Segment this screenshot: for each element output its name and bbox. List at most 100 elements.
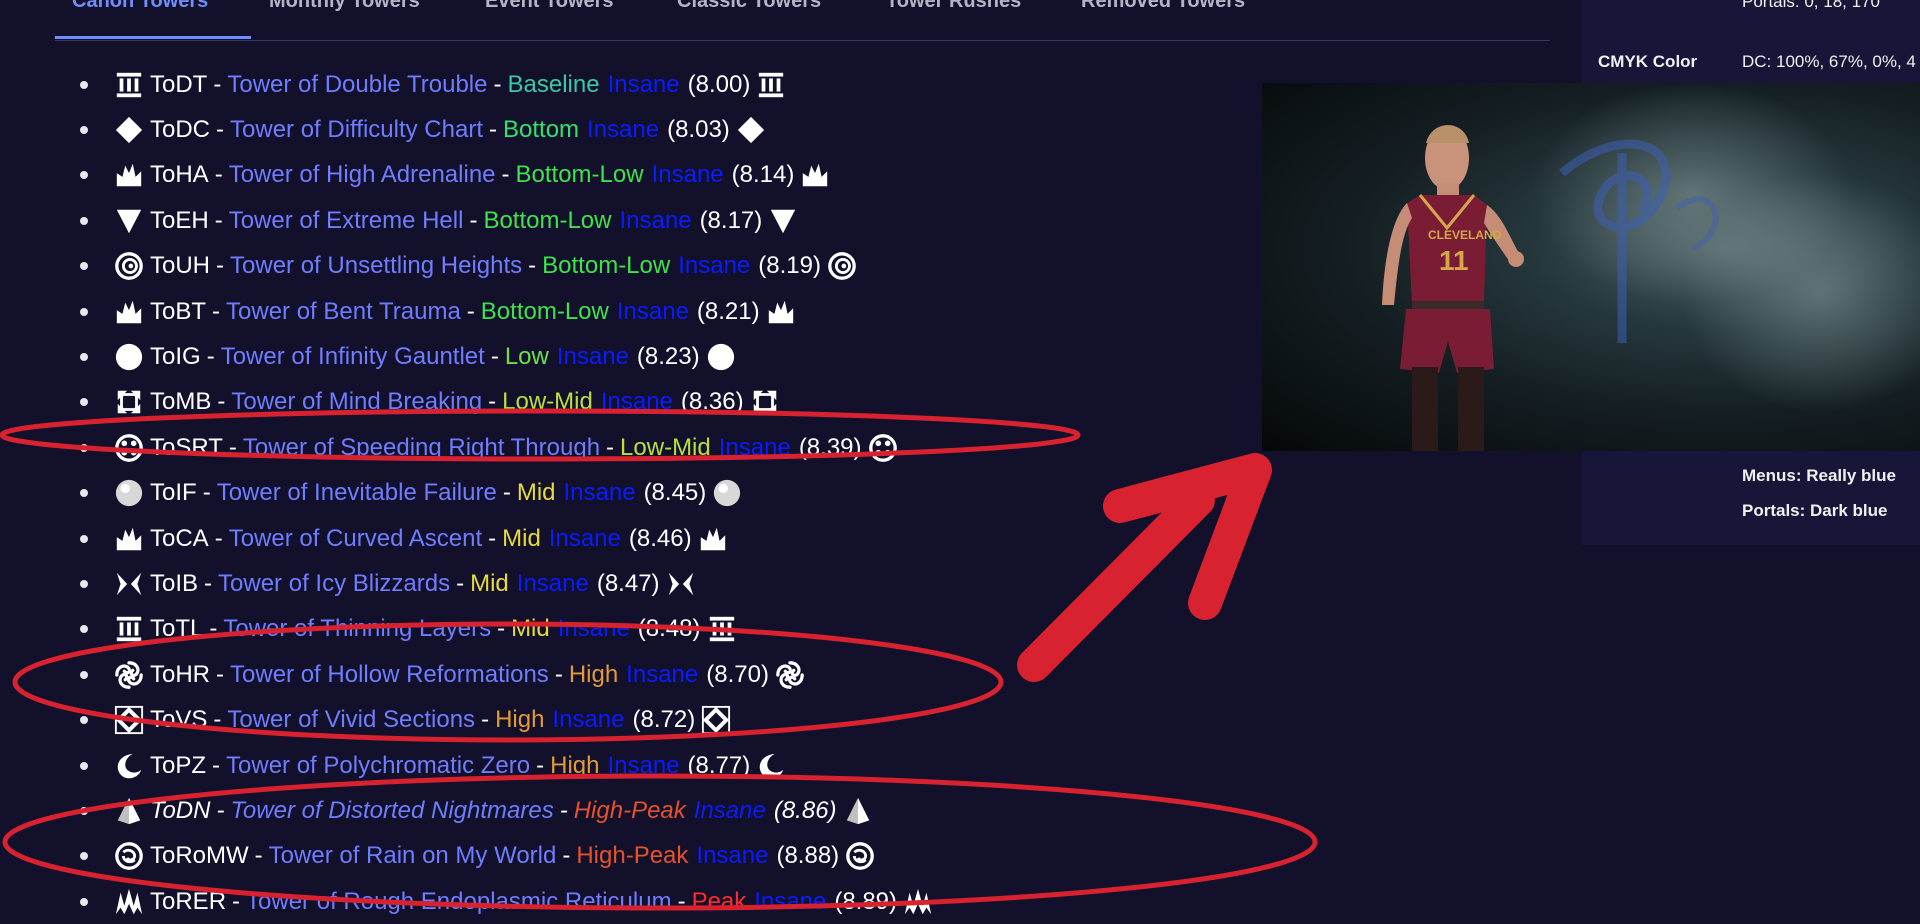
difficulty-tier: High <box>495 706 545 734</box>
separator-dash: - <box>254 842 263 870</box>
difficulty-tier: Bottom-Low <box>515 161 644 189</box>
difficulty-label[interactable]: Insane <box>607 752 679 780</box>
difficulty-rating: (8.21) <box>696 297 760 325</box>
tower-category-tabs: Canon Towers Monthly Towers Event Towers… <box>55 0 1550 41</box>
list-bullet <box>80 489 88 498</box>
difficulty-rating: (8.45) <box>643 479 707 507</box>
crown-icon <box>112 295 146 329</box>
tower-abbreviation: ToDT <box>150 70 208 98</box>
tab-tower-rushes[interactable]: Tower Rushes <box>886 0 1021 13</box>
difficulty-label[interactable]: Insane <box>617 298 689 326</box>
difficulty-tier: High <box>568 660 619 688</box>
difficulty-label[interactable]: Insane <box>549 525 621 553</box>
tab-canon-towers[interactable]: Canon Towers <box>72 0 208 13</box>
separator-dash: - <box>536 751 545 779</box>
list-bullet <box>80 852 88 861</box>
difficulty-label[interactable]: Insane <box>678 252 750 280</box>
diamond-icon <box>112 113 146 147</box>
tower-abbreviation: ToRoMW <box>150 842 249 870</box>
tower-name-link[interactable]: Tower of Hollow Reformations <box>230 661 549 689</box>
difficulty-tier: Low-Mid <box>502 388 593 416</box>
separator-dash: - <box>202 479 211 507</box>
separator-dash: - <box>216 115 225 143</box>
tower-list-item: ToVS - Tower of Vivid Sections - High Insane(… <box>80 698 737 743</box>
tower-name-link[interactable]: Tower of Icy Blizzards <box>218 570 450 598</box>
tower-name-link[interactable]: Tower of Unsettling Heights <box>230 252 522 280</box>
tower-list: ToDT - Tower of Double Trouble - Baseline Ins… <box>0 52 1260 924</box>
tower-list-item: ToMB - Tower of Mind Breaking - Low-Mid Insan… <box>80 380 786 425</box>
video-overlay[interactable]: CLEVELAND 11 <box>1262 83 1920 451</box>
difficulty-rating: (8.86) <box>773 796 837 824</box>
difficulty-label[interactable]: Insane <box>696 842 768 870</box>
tower-abbreviation: ToIB <box>150 569 199 597</box>
separator-dash: - <box>232 887 241 915</box>
difficulty-rating: (8.23) <box>636 342 700 370</box>
pyramid-icon <box>112 794 146 828</box>
tower-abbreviation: ToIG <box>150 342 201 370</box>
tower-name-link[interactable]: Tower of Extreme Hell <box>229 207 464 235</box>
list-bullet <box>80 806 88 815</box>
separator-dash: - <box>216 252 225 280</box>
list-bullet <box>80 171 88 180</box>
tower-abbreviation: ToSRT <box>150 433 223 461</box>
tower-name-link[interactable]: Tower of Curved Ascent <box>229 525 482 553</box>
difficulty-label[interactable]: Insane <box>552 706 624 734</box>
difficulty-tier: Low-Mid <box>620 433 711 461</box>
tab-monthly-towers[interactable]: Monthly Towers <box>269 0 420 13</box>
jersey-number: 11 <box>1439 245 1469 276</box>
difficulty-label[interactable]: Insane <box>652 161 724 189</box>
tower-name-link[interactable]: Tower of Polychromatic Zero <box>226 752 530 780</box>
basketball-player-image: CLEVELAND 11 <box>1382 83 1920 451</box>
tower-name-link[interactable]: Tower of Speeding Right Through <box>243 434 600 462</box>
list-bullet <box>80 125 88 134</box>
separator-dash: - <box>214 161 223 189</box>
crescent-icon <box>754 749 788 783</box>
tower-name-link[interactable]: Tower of Vivid Sections <box>227 706 475 734</box>
tower-name-link[interactable]: Tower of Bent Trauma <box>226 298 461 326</box>
difficulty-label[interactable]: Insane <box>601 388 673 416</box>
tower-list-item: ToRoMW - Tower of Rain on My World - High-Pe… <box>80 834 881 879</box>
tower-name-link[interactable]: Tower of Inevitable Failure <box>217 479 497 507</box>
difficulty-label[interactable]: Insane <box>754 888 826 916</box>
difficulty-label[interactable]: Insane <box>558 615 630 643</box>
tab-event-towers[interactable]: Event Towers <box>485 0 614 13</box>
tower-list-item: ToDC - Tower of Difficulty Chart - Bottom Ins… <box>80 107 772 152</box>
difficulty-label[interactable]: Insane <box>719 434 791 462</box>
tower-name-link[interactable]: Tower of Mind Breaking <box>231 388 482 416</box>
difficulty-tier: Baseline <box>507 70 600 98</box>
separator-dash: - <box>554 660 563 688</box>
tower-name-link[interactable]: Tower of Double Trouble <box>227 71 487 99</box>
tower-name-link[interactable]: Tower of High Adrenaline <box>229 161 496 189</box>
spikes-icon <box>901 885 935 919</box>
swirl-icon <box>112 658 146 692</box>
difficulty-label[interactable]: Insane <box>694 797 766 825</box>
difficulty-label[interactable]: Insane <box>587 116 659 144</box>
tab-classic-towers[interactable]: Classic Towers <box>677 0 821 13</box>
difficulty-label[interactable]: Insane <box>608 71 680 99</box>
tower-name-link[interactable]: Tower of Rough Endoplasmic Reticulum <box>246 888 672 916</box>
difficulty-label[interactable]: Insane <box>557 343 629 371</box>
difficulty-tier: Peak <box>691 887 747 915</box>
broken-square-icon <box>748 385 782 419</box>
difficulty-tier: Mid <box>511 615 550 643</box>
difficulty-label[interactable]: Insane <box>626 661 698 689</box>
difficulty-tier: High <box>550 751 600 779</box>
crown-icon <box>112 522 146 556</box>
tower-abbreviation: ToCA <box>150 524 209 552</box>
difficulty-label[interactable]: Insane <box>620 207 692 235</box>
tower-name-link[interactable]: Tower of Thinning Layers <box>223 615 491 643</box>
tower-list-item: ToRER - Tower of Rough Endoplasmic Reticul… <box>80 879 939 924</box>
tower-name-link[interactable]: Tower of Rain on My World <box>269 842 557 870</box>
tower-name-link[interactable]: Tower of Difficulty Chart <box>230 116 483 144</box>
circle-icon <box>704 340 738 374</box>
tower-name-link[interactable]: Tower of Infinity Gauntlet <box>221 343 485 371</box>
difficulty-label[interactable]: Insane <box>517 570 589 598</box>
difficulty-rating: (8.46) <box>628 524 692 552</box>
tower-list-item: ToHA - Tower of High Adrenaline - Bottom-Low… <box>80 153 836 198</box>
difficulty-label[interactable]: Insane <box>564 479 636 507</box>
tab-removed-towers[interactable]: Removed Towers <box>1081 0 1245 13</box>
tower-abbreviation: ToBT <box>150 297 207 325</box>
sphere-icon <box>710 476 744 510</box>
tower-name-link[interactable]: Tower of Distorted Nightmares <box>230 797 553 825</box>
list-bullet <box>80 352 88 361</box>
